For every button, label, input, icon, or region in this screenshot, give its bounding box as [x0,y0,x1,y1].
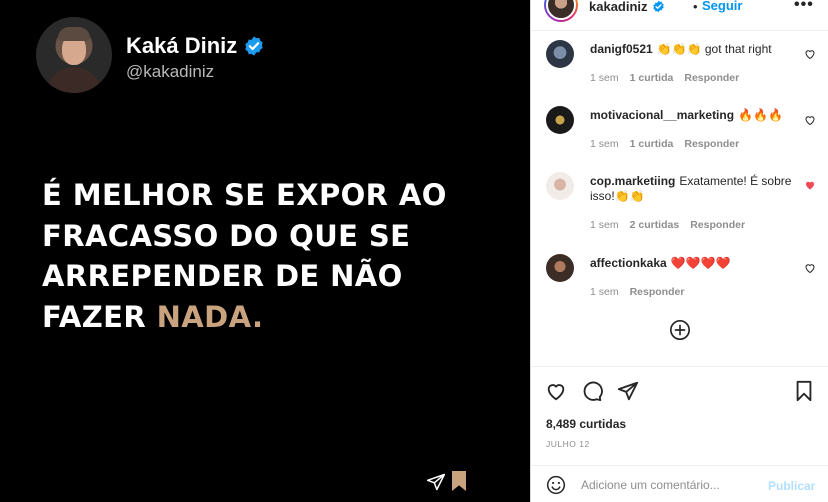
author-username[interactable]: kakadiniz [589,0,648,14]
comment-time[interactable]: 1 sem [590,138,619,150]
paper-plane-icon [426,473,446,491]
comment-meta: 1 sem 1 curtida Responder [590,72,739,84]
comment-text: 👏👏👏 got that right [656,42,772,56]
post-actions: 8,489 curtidas JULHO 12 [531,366,828,466]
comment-meta: 1 sem 1 curtida Responder [590,138,739,150]
commenter-username[interactable]: affectionkaka [590,256,667,270]
quote-line: FAZER NADA. [42,297,512,338]
load-more-comments-icon[interactable] [669,319,691,341]
reply-button[interactable]: Responder [684,72,739,84]
comment-body: cop.marketiing Exatamente! É sobre isso!👏… [590,174,805,204]
comment-text: 🔥🔥🔥 [738,108,783,122]
comment-time[interactable]: 1 sem [590,219,619,231]
comment-likes[interactable]: 1 curtida [630,72,674,84]
quote-line: É MELHOR SE EXPOR AO [42,178,447,212]
reply-button[interactable]: Responder [630,286,685,298]
commenter-avatar[interactable] [546,40,574,68]
comment-body: motivacional__marketing 🔥🔥🔥 [590,108,805,123]
post-image[interactable]: Kaká Diniz @kakadiniz É MELHOR SE EXPOR … [0,0,530,502]
comment-text: ❤️❤️❤️❤️ [670,256,731,270]
comment-meta: 1 sem Responder [590,286,684,298]
heart-icon[interactable] [804,114,816,126]
quote-line: ARREPENDER DE NÃO [42,259,403,293]
comment-composer: Publicar [531,465,828,502]
post-side-panel: kakadiniz • Seguir ••• danigf0521 👏👏👏 got… [530,0,828,502]
verified-badge-icon [652,0,664,13]
commenter-avatar[interactable] [546,254,574,282]
comment-bubble-icon[interactable] [581,380,603,402]
commenter-username[interactable]: motivacional__marketing [590,108,734,122]
verified-badge-icon [245,36,263,56]
post-header: kakadiniz • Seguir ••• [531,0,828,31]
comment-meta: 1 sem 2 curtidas Responder [590,219,745,231]
more-options-button[interactable]: ••• [794,0,814,14]
comment-input[interactable] [581,475,756,495]
separator-dot: • [693,0,698,14]
emoji-smiley-icon[interactable] [546,475,566,495]
heart-icon[interactable] [804,48,816,60]
comment-time[interactable]: 1 sem [590,286,619,298]
bookmark-icon [452,471,466,491]
comment-likes[interactable]: 1 curtida [630,138,674,150]
tweet-author-name: Kaká Diniz [126,33,238,58]
heart-icon[interactable] [804,262,816,274]
author-avatar[interactable] [544,0,578,22]
quote-accent-word: NADA. [156,299,264,334]
commenter-username[interactable]: cop.marketiing [590,174,675,188]
commenter-avatar[interactable] [546,172,574,200]
likes-count[interactable]: 8,489 curtidas [546,417,626,431]
follow-button[interactable]: Seguir [702,0,742,13]
heart-filled-icon[interactable] [804,179,816,191]
share-paper-plane-icon[interactable] [617,380,639,402]
commenter-avatar[interactable] [546,106,574,134]
tweet-author-name-row: Kaká Diniz [126,33,265,59]
comment-likes[interactable]: 2 curtidas [630,219,680,231]
comment-body: danigf0521 👏👏👏 got that right [590,42,805,57]
quote-word: FAZER [42,299,147,334]
tweet-author-handle: @kakadiniz [126,62,215,81]
reply-button[interactable]: Responder [684,138,739,150]
like-heart-icon[interactable] [545,380,567,402]
save-bookmark-icon[interactable] [793,380,815,402]
comment-time[interactable]: 1 sem [590,72,619,84]
tweet-author-avatar [36,17,112,93]
quote-line: FRACASSO DO QUE SE [42,218,411,253]
author-username-row: kakadiniz [589,0,665,14]
quote-text: É MELHOR SE EXPOR AO FRACASSO DO QUE SE … [42,175,512,337]
reply-button[interactable]: Responder [690,219,745,231]
publish-button[interactable]: Publicar [768,479,815,493]
comment-body: affectionkaka ❤️❤️❤️❤️ [590,256,805,271]
commenter-username[interactable]: danigf0521 [590,42,653,56]
post-date[interactable]: JULHO 12 [546,439,590,449]
